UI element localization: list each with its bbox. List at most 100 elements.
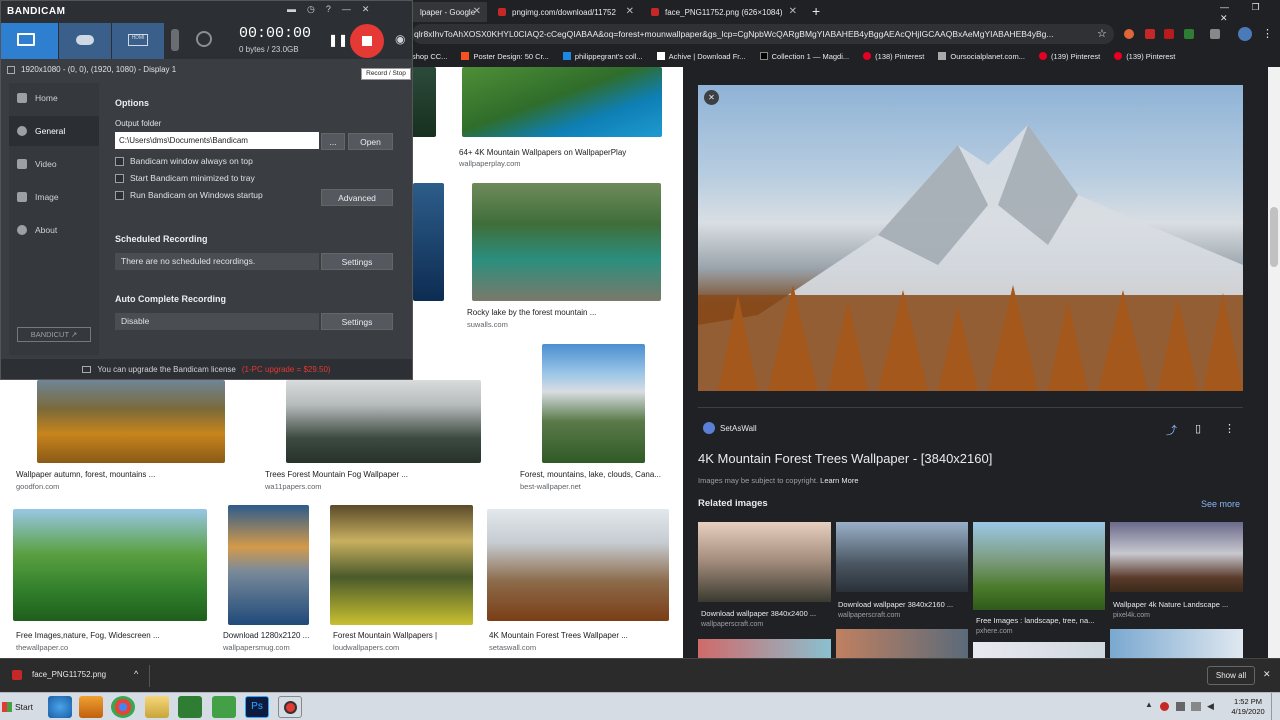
- related-image[interactable]: [973, 522, 1105, 610]
- camera-icon[interactable]: ◉: [395, 32, 405, 46]
- webcam-icon[interactable]: [171, 29, 179, 51]
- preview-image[interactable]: [698, 85, 1243, 391]
- bookmark-item[interactable]: philippegrant's coll...: [562, 52, 643, 61]
- bookmark-item[interactable]: (138) Pinterest: [863, 52, 924, 61]
- more-options-icon[interactable]: ⋮: [1224, 422, 1235, 435]
- close-icon[interactable]: ✕: [626, 6, 634, 17]
- run-on-startup-checkbox[interactable]: Run Bandicam on Windows startup: [115, 190, 263, 200]
- window-controls[interactable]: — ❐ ✕: [1220, 2, 1280, 24]
- related-image[interactable]: [698, 522, 831, 602]
- bookmark-item[interactable]: shop CC...: [412, 52, 447, 61]
- see-more-link[interactable]: See more: [1201, 499, 1240, 509]
- bandicam-taskbar-icon[interactable]: [278, 696, 302, 718]
- address-bar[interactable]: qlr8xIhvToAhXOSX0KHYL0CIAQ2-cCegQIABAA&o…: [412, 24, 1114, 44]
- share-icon[interactable]: ⤴: [1166, 422, 1177, 438]
- avatar[interactable]: [1238, 27, 1252, 41]
- related-image[interactable]: [836, 629, 968, 658]
- result-image[interactable]: [542, 344, 645, 463]
- browse-button[interactable]: ...: [321, 133, 345, 150]
- nvidia-icon[interactable]: [178, 696, 202, 718]
- related-image[interactable]: [698, 639, 831, 658]
- screen-mode-button[interactable]: [1, 23, 58, 59]
- close-icon[interactable]: ✕: [1263, 669, 1271, 680]
- volume-icon[interactable]: ◀: [1207, 701, 1214, 712]
- audio-icon[interactable]: [196, 31, 212, 47]
- result-image[interactable]: [472, 183, 661, 301]
- bookmark-icon[interactable]: ▯: [1195, 422, 1201, 435]
- bookmark-item[interactable]: Collection 1 — Magdi...: [759, 52, 849, 61]
- tray-record-icon[interactable]: [1160, 702, 1169, 711]
- close-icon[interactable]: ✕: [789, 6, 797, 17]
- close-icon[interactable]: ✕: [473, 6, 481, 17]
- tab-face-png[interactable]: face_PNG11752.png (626×1084) ✕: [643, 2, 803, 22]
- device-mode-button[interactable]: HDMI: [112, 23, 164, 59]
- download-filename[interactable]: face_PNG11752.png: [32, 670, 106, 679]
- related-caption[interactable]: Wallpaper 4k Nature Landscape ...: [1113, 600, 1228, 609]
- result-caption[interactable]: Forest Mountain Wallpapers |: [333, 631, 437, 640]
- sidebar-item-about[interactable]: About: [9, 215, 99, 245]
- window-toolbar-icons[interactable]: ▬◷?—✕: [287, 4, 380, 15]
- pause-icon[interactable]: ❚❚: [328, 33, 348, 47]
- photoshop-icon[interactable]: Ps: [245, 696, 269, 718]
- result-image[interactable]: [37, 380, 225, 463]
- extension-icon[interactable]: [1124, 29, 1134, 39]
- chevron-up-icon[interactable]: ^: [134, 669, 138, 679]
- result-caption[interactable]: Rocky lake by the forest mountain ...: [467, 308, 596, 317]
- tray-app-icon[interactable]: [1176, 702, 1185, 711]
- learn-more-link[interactable]: Learn More: [820, 476, 858, 485]
- scrollbar-thumb[interactable]: [1270, 207, 1278, 267]
- bookmark-item[interactable]: Oursocialplanet.com...: [938, 52, 1025, 61]
- extension-icon[interactable]: [1145, 29, 1155, 39]
- result-image[interactable]: [13, 509, 207, 621]
- result-caption[interactable]: 4K Mountain Forest Trees Wallpaper ...: [489, 631, 628, 640]
- related-image[interactable]: [836, 522, 968, 592]
- tray-chevron-icon[interactable]: ▲: [1145, 700, 1153, 709]
- advanced-button[interactable]: Advanced: [321, 189, 393, 206]
- result-image[interactable]: [413, 183, 444, 301]
- tab-google[interactable]: lpaper - Google ✕: [412, 2, 487, 22]
- chrome-icon[interactable]: [111, 696, 135, 718]
- related-caption[interactable]: Download wallpaper 3840x2400 ...: [701, 609, 816, 618]
- media-player-icon[interactable]: [79, 696, 103, 718]
- ie-icon[interactable]: [48, 696, 72, 718]
- auto-complete-settings-button[interactable]: Settings: [321, 313, 393, 330]
- folder-icon[interactable]: [145, 696, 169, 718]
- result-caption[interactable]: Trees Forest Mountain Fog Wallpaper ...: [265, 470, 408, 479]
- result-image[interactable]: [228, 505, 309, 625]
- sidebar-item-image[interactable]: Image: [9, 182, 99, 212]
- show-all-button[interactable]: Show all: [1207, 666, 1255, 685]
- close-icon[interactable]: ✕: [704, 90, 719, 105]
- result-image[interactable]: [286, 380, 481, 463]
- bookmark-item[interactable]: Achive | Download Fr...: [656, 52, 746, 61]
- result-image[interactable]: [462, 67, 662, 137]
- result-caption[interactable]: Forest, mountains, lake, clouds, Cana...: [520, 470, 661, 479]
- scheduled-settings-button[interactable]: Settings: [321, 253, 393, 270]
- sidebar-item-general[interactable]: General: [9, 116, 99, 146]
- game-mode-button[interactable]: [59, 23, 111, 59]
- bandicut-button[interactable]: BANDICUT ↗: [17, 327, 91, 342]
- preview-title[interactable]: 4K Mountain Forest Trees Wallpaper - [38…: [698, 451, 992, 466]
- sidebar-item-video[interactable]: Video: [9, 149, 99, 179]
- result-caption[interactable]: 64+ 4K Mountain Wallpapers on WallpaperP…: [459, 148, 626, 157]
- output-folder-input[interactable]: C:\Users\dms\Documents\Bandicam: [115, 132, 319, 149]
- result-caption[interactable]: Free Images,nature, Fog, Widescreen ...: [16, 631, 160, 640]
- page-scrollbar[interactable]: [1268, 67, 1280, 658]
- record-button[interactable]: [350, 24, 384, 58]
- related-caption[interactable]: Download wallpaper 3840x2160 ...: [838, 600, 953, 609]
- extension-icon[interactable]: [1184, 29, 1194, 39]
- always-on-top-checkbox[interactable]: Bandicam window always on top: [115, 156, 253, 166]
- related-image[interactable]: [1110, 629, 1243, 658]
- new-tab-button[interactable]: +: [812, 3, 820, 19]
- result-image[interactable]: [330, 505, 473, 625]
- bookmark-item[interactable]: (139) Pinterest: [1114, 52, 1175, 61]
- site-chip[interactable]: SetAsWall: [703, 422, 757, 434]
- bookmark-star-icon[interactable]: ☆: [1097, 27, 1107, 40]
- start-minimized-checkbox[interactable]: Start Bandicam minimized to tray: [115, 173, 255, 183]
- result-caption[interactable]: Wallpaper autumn, forest, mountains ...: [16, 470, 155, 479]
- menu-dots-icon[interactable]: ⋮: [1262, 27, 1273, 40]
- result-image[interactable]: [487, 509, 669, 621]
- upgrade-link[interactable]: (1-PC upgrade = $29.50): [242, 365, 331, 374]
- tab-pngimg[interactable]: pngimg.com/download/11752 ✕: [490, 2, 640, 22]
- start-button[interactable]: Start: [2, 696, 36, 718]
- app-icon[interactable]: [212, 696, 236, 718]
